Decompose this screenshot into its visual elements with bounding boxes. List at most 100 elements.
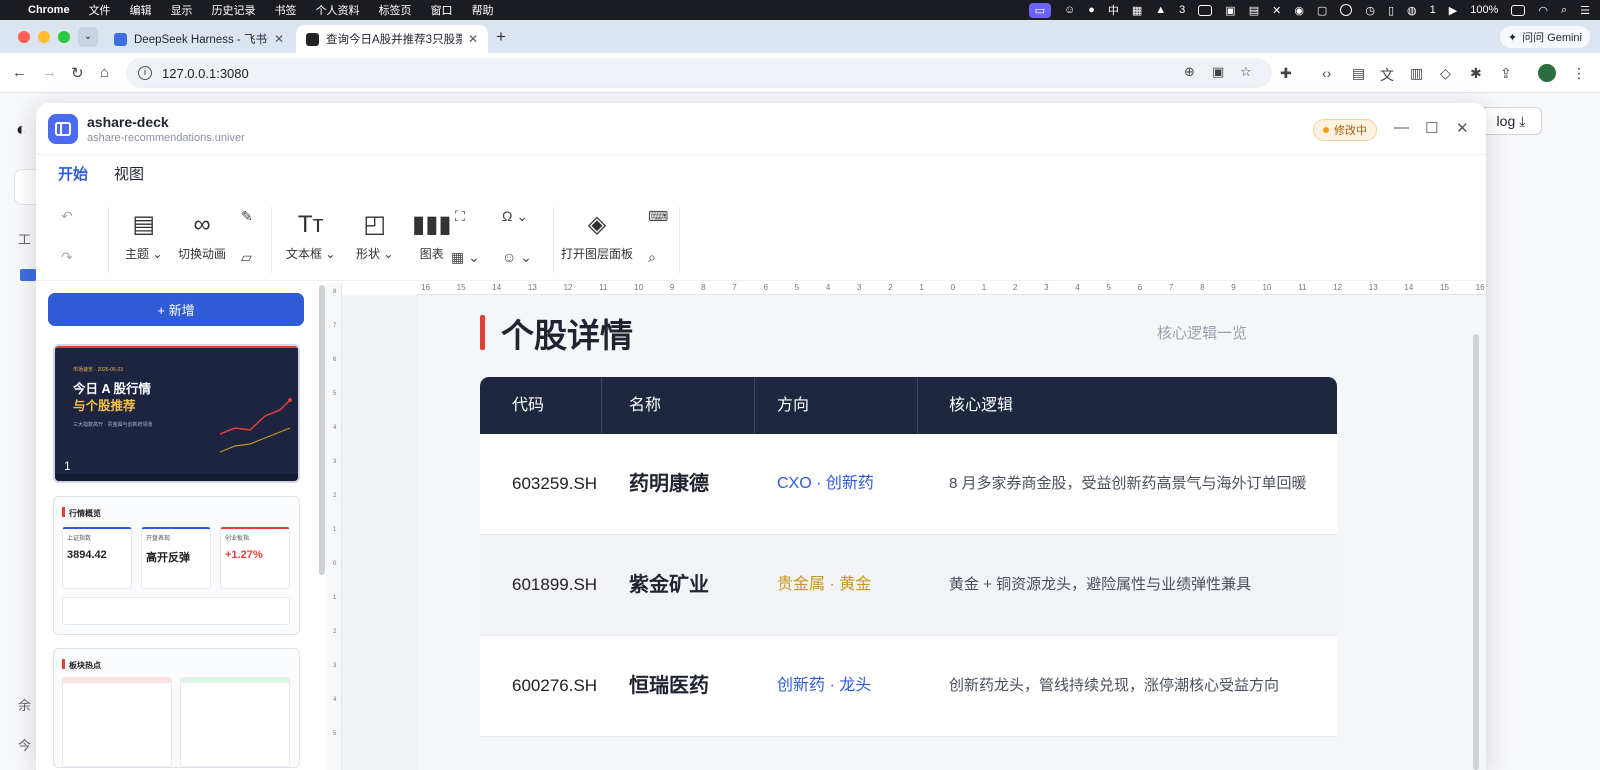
table-row[interactable]: 603259.SH 药明康德 CXO · 创新药 8 月多家券商金股，受益创新药… [480, 434, 1337, 535]
menu-file[interactable]: 文件 [89, 2, 111, 18]
bookmark-star-icon[interactable]: ☆ [1240, 64, 1252, 80]
slide-subtitle[interactable]: 核心逻辑一览 [1157, 322, 1247, 343]
stock-code: 603259.SH [512, 474, 598, 493]
close-icon[interactable]: ✕ [1456, 119, 1469, 137]
theme-button[interactable]: ▤ 主题 ⌄ [125, 211, 162, 262]
undo-icon[interactable]: ↶ [61, 208, 73, 225]
wechat-icon[interactable]: ◍ [1407, 4, 1417, 17]
close-window-icon[interactable] [18, 31, 30, 43]
emoji-insert-icon[interactable]: ☺ ⌄ [502, 249, 532, 266]
play-icon[interactable]: ▶ [1449, 4, 1457, 17]
stock-table[interactable]: 代码 名称 方向 核心逻辑 603259.SH 药明康德 CXO · 创新药 8… [480, 377, 1337, 737]
pin-icon[interactable]: ◇ [1440, 65, 1451, 82]
tab-deepseek[interactable]: DeepSeek Harness - 飞书云文 ✕ [104, 25, 294, 53]
battery-icon[interactable] [1511, 4, 1526, 16]
cat-icon[interactable]: ◉ [1294, 4, 1304, 17]
transition-button[interactable]: ∞ 切换动画 [178, 211, 226, 262]
wifi-icon[interactable]: ◠ [1538, 4, 1548, 17]
save-icon[interactable]: ▢ [1317, 4, 1327, 17]
minimize-window-icon[interactable] [38, 31, 50, 43]
calendar-icon[interactable]: ▣ [1225, 4, 1235, 17]
tab-view[interactable]: 视图 [114, 163, 144, 184]
thumbnail-scrollbar[interactable] [319, 285, 325, 575]
home-icon[interactable]: ⌂ [100, 64, 109, 81]
menu-bookmarks[interactable]: 书签 [275, 2, 297, 18]
canvas-scrollbar[interactable] [1473, 334, 1479, 770]
chart-button[interactable]: ▮▮▮ 图表 [412, 211, 452, 262]
address-bar[interactable]: i 127.0.0.1:3080 ⊕ ▣ ☆ [126, 58, 1272, 88]
search-icon[interactable]: ⌕ [1561, 4, 1567, 17]
window-icon[interactable] [1198, 4, 1213, 16]
table-icon[interactable]: ▦ ⌄ [451, 249, 480, 266]
slide-number: 1 [64, 459, 71, 473]
tab-ppt-active[interactable]: 查询今日A股并推荐3只股票PPT ✕ [296, 25, 488, 53]
slide-thumbnail-2[interactable]: 行情概览 上证指数 3894.42 开盘表现 高开反弹 创业板指 +1.27% [53, 496, 300, 635]
table-row[interactable]: 601899.SH 紫金矿业 贵金属 · 黄金 黄金 + 铜资源龙头，避险属性与… [480, 535, 1337, 636]
install-icon[interactable]: ▣ [1212, 64, 1224, 80]
log-button[interactable]: log ⤓ [1480, 107, 1542, 135]
symbol-icon[interactable]: Ω ⌄ [502, 208, 528, 225]
menu-chrome[interactable]: Chrome [28, 4, 70, 16]
trash-icon[interactable]: ▥ [1410, 65, 1423, 82]
tab-close-icon[interactable]: ✕ [468, 32, 478, 46]
reload-icon[interactable]: ↻ [71, 64, 84, 82]
screen-record-icon[interactable]: ▭ [1028, 2, 1051, 18]
menu-edit[interactable]: 编辑 [130, 2, 152, 18]
tab-search-icon[interactable]: ⌄ [78, 27, 98, 47]
slide-canvas[interactable]: 个股详情 核心逻辑一览 代码 名称 方向 核心逻辑 603259.SH 药明康德… [342, 295, 1486, 770]
puzzle-icon[interactable]: ✱ [1470, 65, 1482, 82]
translate-icon[interactable]: 文 [1380, 65, 1394, 85]
shape-button[interactable]: ◰ 形状 ⌄ [356, 211, 393, 262]
new-tab-button[interactable]: + [496, 27, 506, 47]
find-icon[interactable]: ⌕ [648, 249, 656, 266]
forward-arrow-icon[interactable]: → [42, 64, 57, 81]
menu-history[interactable]: 历史记录 [212, 2, 256, 18]
table-row[interactable]: 600276.SH 恒瑞医药 创新药 · 龙头 创新药龙头，管线持续兑现，涨停潮… [480, 636, 1337, 737]
current-slide[interactable]: 个股详情 核心逻辑一览 代码 名称 方向 核心逻辑 603259.SH 药明康德… [417, 295, 1486, 770]
menu-profile[interactable]: 个人资料 [316, 2, 360, 18]
format-painter-icon[interactable]: ✎ [241, 208, 253, 225]
openai-icon[interactable] [1340, 4, 1353, 16]
share-icon[interactable]: ⇪ [1500, 65, 1512, 82]
zoom-window-icon[interactable] [58, 31, 70, 43]
reader-icon[interactable]: ▤ [1352, 65, 1365, 82]
notes-icon[interactable]: ▯ [1388, 4, 1394, 17]
grid-icon[interactable]: ▦ [1132, 4, 1142, 17]
tab-start[interactable]: 开始 [58, 163, 88, 184]
kebab-menu-icon[interactable]: ⋮ [1572, 65, 1586, 82]
menu-window[interactable]: 窗口 [431, 2, 453, 18]
slide-thumbnail-1[interactable]: 市场速览 · 2026-06-23 今日 A 股行情 与个股推荐 三大指数高开 … [53, 344, 300, 483]
maximize-icon[interactable]: ☐ [1425, 119, 1438, 137]
mic-icon[interactable]: ● [1088, 4, 1095, 16]
textbox-button[interactable]: Tт 文本框 ⌄ [286, 211, 335, 262]
slide-title[interactable]: 个股详情 [501, 309, 633, 357]
gemini-button[interactable]: ✦ 问问 Gemini [1499, 26, 1590, 48]
tab-close-icon[interactable]: ✕ [274, 32, 284, 46]
close-x-icon[interactable]: ✕ [1272, 4, 1281, 17]
input-method-icon[interactable]: 中 [1108, 2, 1119, 18]
redo-icon[interactable]: ↷ [61, 249, 73, 266]
add-slide-button[interactable]: + 新增 [48, 293, 304, 326]
zoom-icon[interactable]: ⊕ [1184, 64, 1195, 80]
slide-thumbnail-3[interactable]: 板块热点 [53, 648, 300, 768]
minimize-icon[interactable]: — [1394, 119, 1409, 136]
stock-direction: 贵金属 · 黄金 [777, 535, 871, 635]
image-icon[interactable]: ⛶ [455, 208, 465, 225]
shirt-icon[interactable]: ▲ [1155, 4, 1166, 16]
site-info-icon[interactable]: i [138, 66, 152, 80]
extensions-icon[interactable]: ✚ [1280, 65, 1292, 82]
folder-icon[interactable] [20, 269, 36, 281]
control-center-icon[interactable]: ☰ [1580, 4, 1590, 17]
note-icon[interactable]: ▱ [241, 249, 252, 266]
devtools-icon[interactable]: ‹› [1322, 65, 1331, 81]
back-arrow-icon[interactable]: ← [12, 64, 27, 81]
emoji-icon[interactable]: ☺ [1064, 4, 1075, 16]
profile-avatar[interactable] [1538, 64, 1556, 82]
menu-help[interactable]: 帮助 [472, 2, 494, 18]
keyboard-icon[interactable]: ⌨ [648, 208, 668, 225]
menu-view[interactable]: 显示 [171, 2, 193, 18]
layers-panel-button[interactable]: ◈ 打开图层面板 [561, 211, 633, 262]
menu-tab[interactable]: 标签页 [379, 2, 412, 18]
tv-icon[interactable]: ▤ [1249, 4, 1259, 17]
clock-icon[interactable]: ◷ [1365, 4, 1375, 17]
